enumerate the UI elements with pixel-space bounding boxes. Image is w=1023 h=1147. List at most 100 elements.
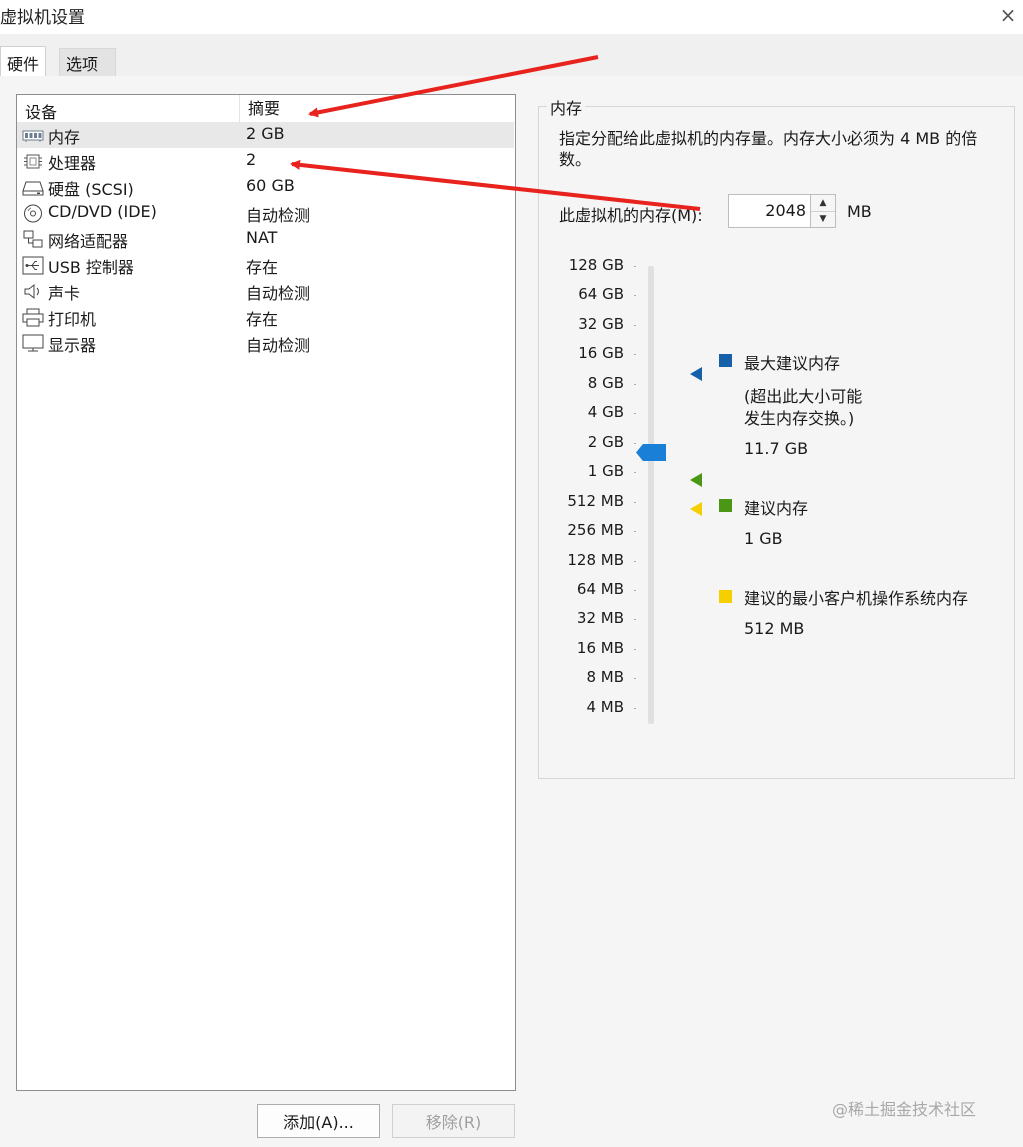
scale-label: 64 GB [578,285,624,304]
device-list-header: 设备 摘要 [17,95,515,122]
scale-label: 4 GB [587,403,624,422]
device-summary: 自动检测 [246,206,311,225]
max-legend-note-line2: 发生内存交换。) [744,409,855,428]
tab-bar: 硬件 选项 [0,34,1023,78]
scale-label: 16 MB [576,638,624,657]
scale-tick [634,413,636,415]
scale-tick [634,324,636,326]
recommended-legend-swatch [719,499,732,512]
recommended-legend-value: 1 GB [744,529,783,548]
max-legend-note-line1: (超出此大小可能 [744,387,863,406]
device-summary: 60 GB [246,176,295,195]
scale-tick [634,648,636,650]
scale-tick [634,707,636,709]
scale-label: 1 GB [587,462,624,481]
scale-label: 64 MB [576,579,624,598]
scale-label: 256 MB [567,521,624,540]
min-guest-legend-value: 512 MB [744,619,805,638]
cd-dvd-icon [22,204,44,223]
max-legend-swatch [719,354,732,367]
scale-label: 32 GB [578,314,624,333]
device-row-harddisk[interactable]: 硬盘 (SCSI) 60 GB [17,174,515,200]
processor-icon [22,152,44,171]
memory-spinner: ▲ ▼ [810,194,836,228]
scale-tick [634,560,636,562]
memory-description: 指定分配给此虚拟机的内存量。内存大小必须为 4 MB 的倍数。 [559,129,978,169]
scale-tick [634,589,636,591]
device-summary: 2 GB [246,124,285,143]
device-row-usb-controller[interactable]: USB 控制器 存在 [17,252,515,278]
speaker-icon [22,282,44,301]
device-row-sound-card[interactable]: 声卡 自动检测 [17,278,515,304]
printer-icon [22,308,44,327]
scale-tick [634,266,636,267]
scale-tick [634,354,636,356]
device-row-network-adapter[interactable]: 网络适配器 NAT [17,226,515,252]
memory-icon [22,126,44,145]
device-name: 内存 [48,128,81,147]
scale-tick [634,678,636,680]
harddisk-icon [22,178,44,197]
max-legend-title: 最大建议内存 [744,354,841,373]
scale-tick [634,501,636,503]
recommended-marker-icon [690,473,702,487]
scale-tick [634,383,636,385]
watermark: @稀土掘金技术社区 [832,1100,977,1119]
device-row-memory[interactable]: 内存 2 GB [17,122,514,148]
title-bar: 虚拟机设置 × [0,0,1023,34]
tab-options[interactable]: 选项 [59,48,116,76]
device-name: CD/DVD (IDE) [48,202,157,221]
memory-size-input[interactable]: 2048 [728,194,810,228]
device-name: USB 控制器 [48,258,134,277]
device-name: 打印机 [48,310,97,329]
device-summary: 存在 [246,310,279,329]
device-list: 设备 摘要 内存 2 GB 处理器 2 硬盘 (SCSI) 60 GB CD/D… [16,94,516,1091]
device-summary: 存在 [246,258,279,277]
spin-down-icon[interactable]: ▼ [811,211,835,227]
device-name: 处理器 [48,154,97,173]
device-name: 显示器 [48,336,97,355]
max-legend-value: 11.7 GB [744,439,809,458]
device-summary: 自动检测 [246,336,311,355]
memory-slider-thumb[interactable] [636,444,666,461]
scale-label: 32 MB [576,609,624,628]
memory-field-label: 此虚拟机的内存(M): [559,206,703,225]
memory-unit: MB [847,202,872,221]
scale-tick [634,531,636,533]
device-row-display[interactable]: 显示器 自动检测 [17,330,515,356]
tab-hardware[interactable]: 硬件 [0,46,47,78]
device-summary: 2 [246,150,257,169]
device-name: 网络适配器 [48,232,129,251]
scale-label: 8 MB [586,668,624,687]
settings-content: 设备 摘要 内存 2 GB 处理器 2 硬盘 (SCSI) 60 GB CD/D… [0,76,1023,1147]
device-summary: 自动检测 [246,284,311,303]
close-icon[interactable]: × [993,0,1023,30]
remove-device-button[interactable]: 移除(R) [392,1104,515,1138]
network-adapter-icon [22,230,44,249]
device-row-cd-dvd[interactable]: CD/DVD (IDE) 自动检测 [17,200,515,226]
scale-tick [634,295,636,297]
scale-label: 16 GB [578,344,624,363]
device-name: 声卡 [48,284,81,303]
spin-up-icon[interactable]: ▲ [811,195,835,212]
device-row-printer[interactable]: 打印机 存在 [17,304,515,330]
device-row-processor[interactable]: 处理器 2 [17,148,515,174]
column-header-summary[interactable]: 摘要 [239,95,280,122]
usb-icon [22,256,44,275]
min-guest-legend-title: 建议的最小客户机操作系统内存 [744,589,969,608]
memory-group-title: 内存 [547,95,586,119]
min-guest-marker-icon [690,502,702,516]
column-header-device[interactable]: 设备 [25,99,57,123]
memory-slider-track[interactable] [648,266,654,724]
device-summary: NAT [246,228,278,247]
scale-label: 2 GB [587,432,624,451]
device-name: 硬盘 (SCSI) [48,180,134,199]
add-device-button[interactable]: 添加(A)... [257,1104,380,1138]
scale-label: 128 MB [567,550,624,569]
min-guest-legend-swatch [719,590,732,603]
scale-tick [634,472,636,474]
scale-label: 8 GB [587,373,624,392]
scale-label: 4 MB [586,697,624,716]
recommended-legend-title: 建议内存 [744,499,809,518]
max-recommended-marker-icon [690,367,702,381]
